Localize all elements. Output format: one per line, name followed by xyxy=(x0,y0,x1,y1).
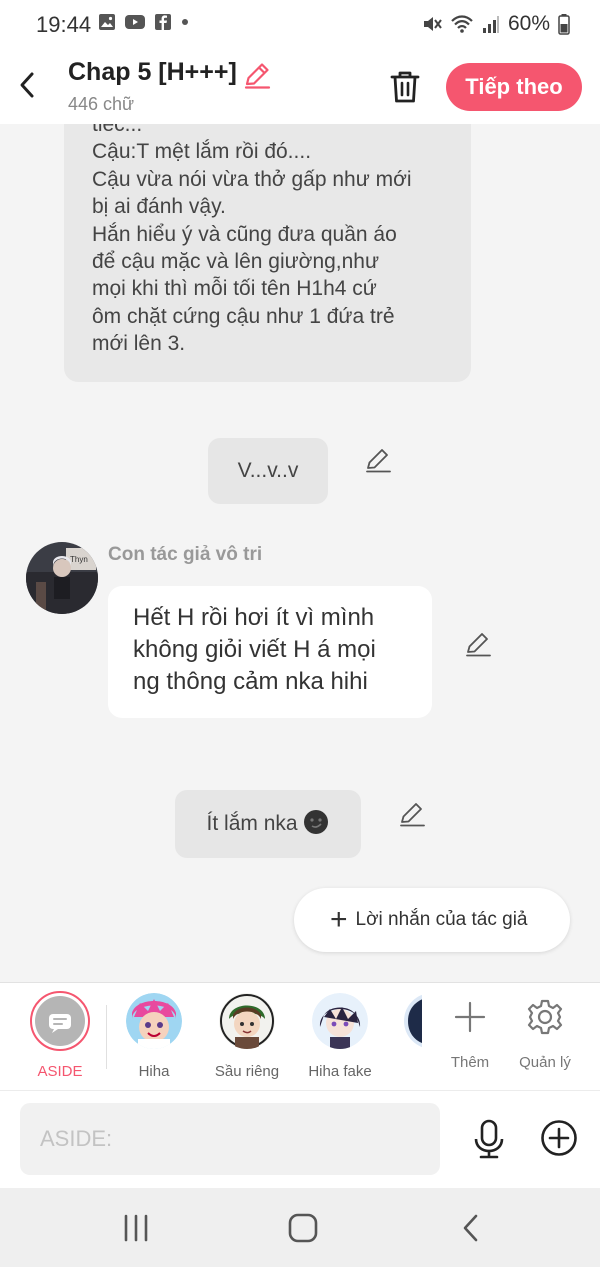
dot-icon xyxy=(182,19,188,25)
edit-pencil-icon[interactable] xyxy=(364,446,392,474)
narration-line: để cậu mặc và lên giường,như xyxy=(92,250,380,274)
plus-icon: + xyxy=(330,903,348,936)
battery-icon xyxy=(558,14,570,35)
character-sau-rieng[interactable]: Sầu riêng xyxy=(201,993,293,1080)
chapter-header: Chap 5 [H+++] 446 chữ Tiếp theo xyxy=(0,52,600,124)
character-partial-avatar[interactable] xyxy=(404,993,422,1049)
character-aside[interactable]: ASIDE xyxy=(14,991,106,1080)
word-count: 446 chữ xyxy=(68,94,135,114)
recent-apps-icon[interactable] xyxy=(118,1212,154,1244)
add-attachment-icon[interactable] xyxy=(540,1119,578,1157)
narration-line: Cậu:T mệt lắm rồi đó.... xyxy=(92,140,312,164)
narration-bubble[interactable]: tiec... Cậu:T mệt lắm rồi đó.... Cậu vừa… xyxy=(64,124,471,382)
youtube-icon xyxy=(125,15,145,29)
narration-line: Hắn hiểu ý và cũng đưa quần áo xyxy=(92,222,397,246)
aside-bubble[interactable]: V...v..v xyxy=(208,438,328,504)
character-name: Hiha xyxy=(138,1063,170,1080)
next-chapter-button[interactable]: Tiếp theo xyxy=(446,63,582,111)
notification-icons xyxy=(98,13,190,31)
author-avatar[interactable]: Thyn xyxy=(26,542,98,614)
narration-line: ôm chặt cứng cậu như 1 đứa trẻ xyxy=(92,304,395,328)
narration-line: bị ai đánh vậy. xyxy=(92,195,226,219)
author-name: Con tác giả vô tri xyxy=(108,544,263,565)
add-character-button[interactable]: Thêm xyxy=(438,997,502,1071)
edit-title-pencil-icon[interactable] xyxy=(242,60,272,90)
svg-text:Thyn: Thyn xyxy=(70,555,88,564)
smirk-emoji-icon xyxy=(304,810,329,834)
add-label: Thêm xyxy=(450,1054,490,1071)
home-icon[interactable] xyxy=(285,1212,321,1244)
system-icons: 60% xyxy=(422,12,570,36)
character-name: Hiha fake xyxy=(308,1063,372,1080)
aside-text: Ít lắm nka xyxy=(206,812,298,835)
author-note-button[interactable]: + Lời nhắn của tác giả xyxy=(294,888,570,952)
message-input[interactable] xyxy=(20,1103,440,1175)
author-message-line: Hết H rồi hơi ít vì mình xyxy=(133,604,375,631)
status-time: 19:44 xyxy=(36,12,92,37)
back-nav-icon[interactable] xyxy=(454,1212,490,1244)
gallery-icon xyxy=(99,14,115,30)
aside-avatar xyxy=(30,991,90,1051)
status-bar: 19:44 60% xyxy=(0,0,600,52)
wifi-icon xyxy=(451,15,473,33)
hiha-fake-avatar xyxy=(312,993,368,1049)
narration-line: mọi khi thì mỗi tối tên H1h4 cứ xyxy=(92,277,377,301)
composer-bar xyxy=(0,1090,600,1188)
manage-characters-button[interactable]: Quản lý xyxy=(513,997,577,1071)
aside-text: V...v..v xyxy=(237,459,299,482)
plus-icon xyxy=(454,1001,486,1033)
character-hiha[interactable]: Hiha xyxy=(108,993,200,1080)
author-message-line: ng thông cảm nka hihi xyxy=(133,668,368,695)
sau-rieng-avatar xyxy=(219,993,275,1049)
author-message-bubble[interactable]: Hết H rồi hơi ít vì mình không giỏi viết… xyxy=(108,586,432,718)
mute-icon xyxy=(423,17,442,31)
microphone-icon[interactable] xyxy=(472,1119,506,1159)
author-message-line: không giỏi viết H á mọi xyxy=(133,636,376,663)
narration-line: Cậu vừa nói vừa thở gấp như mới xyxy=(92,167,412,191)
facebook-icon xyxy=(155,14,171,30)
character-name: ASIDE xyxy=(37,1063,83,1080)
chat-area[interactable]: tiec... Cậu:T mệt lắm rồi đó.... Cậu vừa… xyxy=(0,124,600,982)
gear-icon xyxy=(527,999,563,1035)
author-note-label: Lời nhắn của tác giả xyxy=(355,909,528,930)
character-bar: ASIDE Hiha Sầu riêng Hiha fake Thêm Quản… xyxy=(0,982,600,1090)
manage-label: Quản lý xyxy=(519,1054,571,1071)
character-name: Sầu riêng xyxy=(214,1063,280,1080)
back-arrow-icon[interactable] xyxy=(14,68,42,102)
system-nav-bar xyxy=(0,1188,600,1267)
edit-pencil-icon[interactable] xyxy=(464,630,492,658)
chapter-title[interactable]: Chap 5 [H+++] xyxy=(68,58,237,87)
narration-line: tiec... xyxy=(92,124,143,136)
edit-pencil-icon[interactable] xyxy=(398,800,426,828)
aside-bubble[interactable]: Ít lắm nka xyxy=(175,790,361,858)
trash-icon[interactable] xyxy=(388,68,422,106)
character-hiha-fake[interactable]: Hiha fake xyxy=(294,993,386,1080)
divider xyxy=(106,1005,107,1069)
battery-percent: 60% xyxy=(507,12,550,35)
hiha-avatar xyxy=(126,993,182,1049)
signal-icon xyxy=(482,16,499,33)
narration-line: mới lên 3. xyxy=(92,332,186,356)
